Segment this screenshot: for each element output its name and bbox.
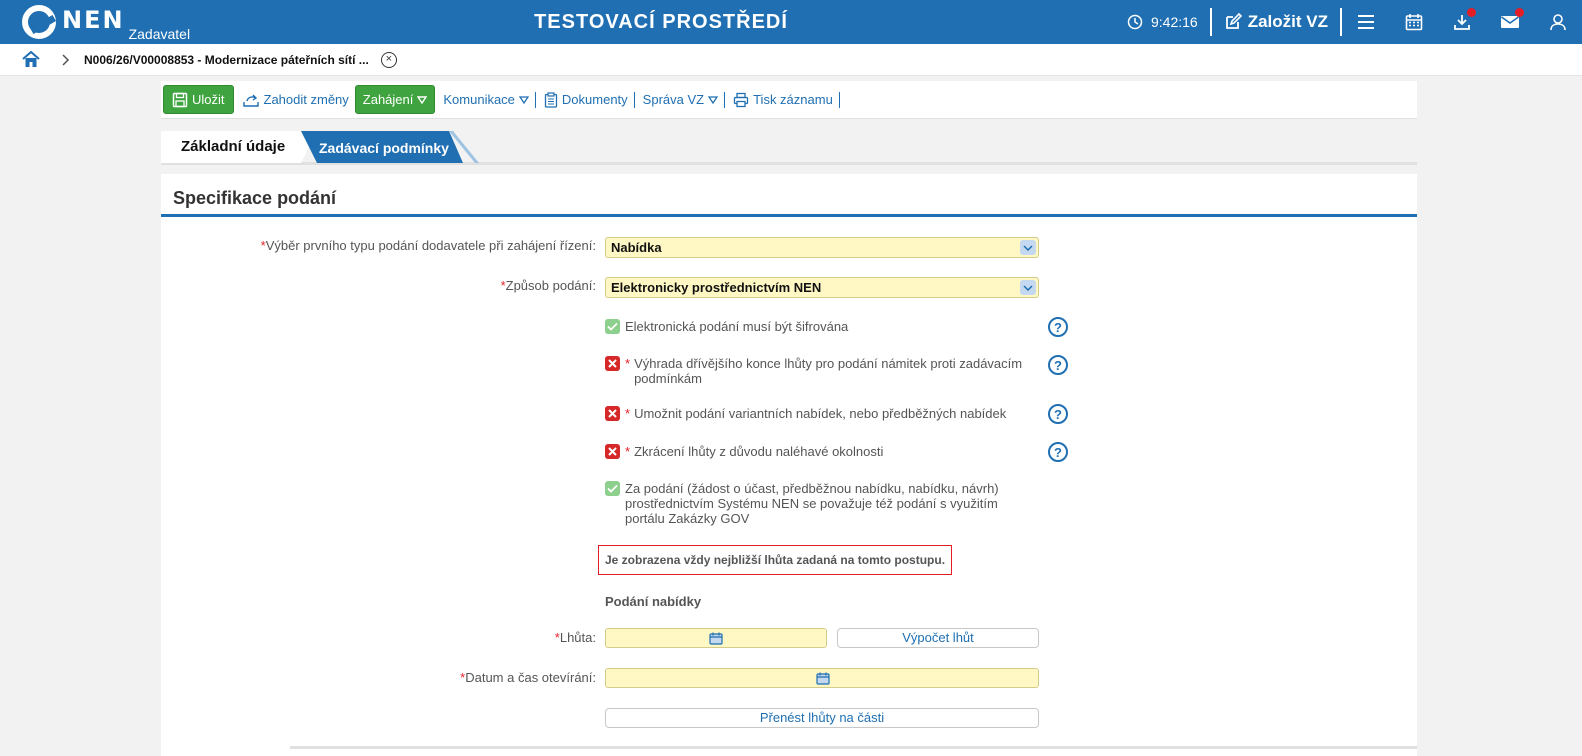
home-button[interactable] — [22, 51, 40, 68]
printer-icon — [733, 92, 749, 107]
toolbar-divider — [633, 91, 635, 108]
triangle-down-icon — [708, 95, 719, 104]
notification-dot — [1515, 8, 1524, 17]
method-label: *Způsob podání: — [500, 278, 596, 293]
discard-label: Zahodit změny — [263, 92, 349, 107]
opening-datetime-input[interactable] — [605, 668, 1039, 688]
undo-icon — [242, 94, 259, 107]
clock-time: 9:42:16 — [1151, 14, 1198, 30]
calendar-icon[interactable] — [708, 631, 723, 645]
floppy-icon — [172, 92, 188, 107]
submission-spec-section: Specifikace podání *Výběr prvního typu p… — [161, 174, 1417, 756]
help-icon[interactable]: ? — [1048, 442, 1068, 462]
help-icon[interactable]: ? — [1048, 317, 1068, 337]
communication-label: Komunikace — [443, 92, 515, 107]
communication-menu[interactable]: Komunikace — [437, 92, 535, 107]
start-menu-button[interactable]: Zahájení — [354, 85, 436, 114]
calendar-icon[interactable] — [815, 671, 830, 685]
required-mark: * — [625, 444, 631, 459]
help-icon[interactable]: ? — [1048, 355, 1068, 375]
calendar-button[interactable] — [1390, 0, 1438, 44]
offer-submission-heading: Podání nabídky — [605, 594, 702, 609]
print-label: Tisk záznamu — [753, 92, 833, 107]
top-header: NEN Zadavatel TESTOVACÍ PROSTŘEDÍ 9:42:1… — [0, 0, 1582, 44]
deadline-input[interactable] — [605, 628, 827, 648]
cross-icon[interactable] — [605, 406, 620, 421]
check-gov-portal[interactable]: Za podání (žádost o účast, předběžnou na… — [605, 481, 1035, 526]
breadcrumb-current[interactable]: N006/26/V00008853 - Modernizace páteřníc… — [84, 53, 369, 67]
toolbar-divider — [534, 91, 536, 108]
check-text: Elektronická podání musí být šifrována — [625, 319, 849, 334]
check-text: Zkrácení lhůty z důvodu naléhavé okolnos… — [634, 444, 884, 459]
cross-icon[interactable] — [605, 444, 620, 459]
environment-title: TESTOVACÍ PROSTŘEDÍ — [534, 11, 788, 33]
discard-changes-link[interactable]: Zahodit změny — [236, 92, 355, 107]
required-mark: * — [625, 356, 631, 371]
clock-icon — [1127, 14, 1143, 30]
check-variant-offers[interactable]: * Umožnit podání variantních nabídek, ne… — [605, 406, 1035, 421]
breadcrumb: N006/26/V00008853 - Modernizace páteřníc… — [0, 44, 1582, 76]
section-bottom-border — [290, 746, 1417, 749]
tab-basic-info[interactable]: Základní údaje — [161, 131, 317, 163]
documents-link[interactable]: Dokumenty — [538, 91, 634, 108]
user-button[interactable] — [1534, 0, 1582, 44]
triangle-down-icon — [518, 95, 529, 104]
first-type-value: Nabídka — [611, 240, 662, 255]
header-actions: 9:42:16 Založit VZ — [1127, 0, 1582, 44]
create-vz-button[interactable]: Založit VZ — [1212, 12, 1340, 32]
calendar-icon — [1405, 14, 1423, 31]
check-urgent-shortening[interactable]: * Zkrácení lhůty z důvodu naléhavé okoln… — [605, 444, 1035, 459]
section-underline — [161, 214, 1417, 217]
save-label: Uložit — [192, 92, 225, 107]
checkmark-icon[interactable] — [605, 319, 620, 334]
check-objection-reservation[interactable]: * Výhrada dřívějšího konce lhůty pro pod… — [605, 356, 1035, 386]
tab-conditions[interactable]: Zadávací podmínky — [301, 131, 463, 163]
opening-datetime-label: *Datum a čas otevírání: — [460, 670, 596, 685]
check-text: Za podání (žádost o účast, předběžnou na… — [625, 481, 999, 526]
check-text: Výhrada dřívějšího konce lhůty pro podán… — [634, 356, 1023, 386]
hamburger-icon — [1358, 15, 1374, 29]
deadline-notice: Je zobrazena vždy nejbližší lhůta zadaná… — [598, 545, 953, 575]
action-toolbar: Uložit Zahodit změny Zahájení Komunikace… — [161, 81, 1417, 119]
downloads-button[interactable] — [1438, 0, 1486, 44]
save-button[interactable]: Uložit — [163, 85, 234, 114]
start-label: Zahájení — [362, 92, 414, 107]
required-mark: * — [625, 406, 631, 421]
user-icon — [1550, 14, 1566, 31]
first-type-select[interactable]: Nabídka — [605, 237, 1039, 258]
cross-icon[interactable] — [605, 356, 620, 371]
deadline-label: *Lhůta: — [554, 630, 596, 645]
form-tabs: Základní údaje Zadávací podmínky — [161, 129, 1417, 165]
messages-button[interactable] — [1486, 0, 1534, 44]
first-type-label: *Výběr prvního typu podání dodavatele př… — [260, 238, 596, 253]
chevron-down-icon[interactable] — [1020, 240, 1036, 255]
calculate-deadlines-button[interactable]: Výpočet lhůt — [837, 628, 1039, 648]
section-title: Specifikace podání — [173, 188, 337, 208]
menu-button[interactable] — [1342, 0, 1390, 44]
method-value: Elektronicky prostřednictvím NEN — [611, 280, 822, 295]
toolbar-divider — [724, 91, 726, 108]
session-clock: 9:42:16 — [1127, 14, 1210, 30]
chevron-right-icon — [62, 53, 70, 66]
close-icon[interactable]: × — [380, 51, 397, 68]
manage-label: Správa VZ — [642, 92, 705, 107]
toolbar-divider — [838, 91, 840, 108]
triangle-down-icon — [417, 95, 428, 104]
create-vz-label: Založit VZ — [1247, 12, 1328, 31]
manage-vz-menu[interactable]: Správa VZ — [637, 92, 724, 107]
chevron-down-icon[interactable] — [1020, 280, 1036, 295]
notification-dot — [1467, 8, 1476, 17]
check-encrypted[interactable]: Elektronická podání musí být šifrována — [605, 319, 1035, 334]
check-text: Umožnit podání variantních nabídek, nebo… — [634, 406, 1007, 421]
help-icon[interactable]: ? — [1048, 404, 1068, 424]
edit-icon — [1225, 13, 1242, 29]
clipboard-icon — [544, 91, 558, 108]
method-select[interactable]: Elektronicky prostřednictvím NEN — [605, 277, 1039, 298]
transfer-deadlines-button[interactable]: Přenést lhůty na části — [605, 708, 1039, 728]
home-icon — [22, 51, 40, 67]
documents-label: Dokumenty — [561, 92, 628, 107]
checkmark-icon[interactable] — [605, 481, 620, 496]
print-record-link[interactable]: Tisk záznamu — [727, 92, 839, 108]
